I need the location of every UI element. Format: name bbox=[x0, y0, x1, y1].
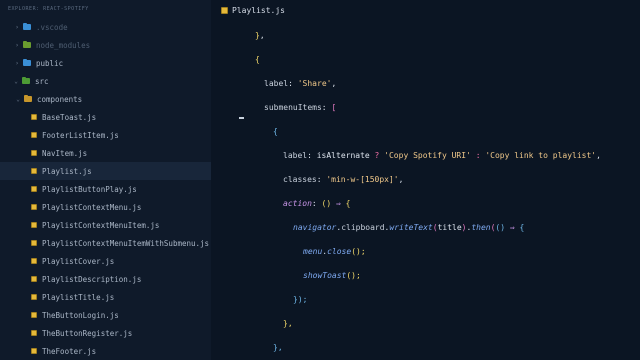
tree-item-file[interactable]: PlaylistDescription.js bbox=[0, 270, 211, 288]
chevron-down-icon: ⌄ bbox=[16, 95, 20, 103]
chevron-right-icon: › bbox=[15, 59, 19, 67]
tree-item-label: FooterListItem.js bbox=[42, 130, 119, 140]
tree-item-file[interactable]: TheFooter.js bbox=[0, 342, 211, 360]
chevron-down-icon: ⌄ bbox=[14, 77, 18, 85]
js-file-icon bbox=[221, 6, 228, 14]
code-line: }); bbox=[293, 295, 308, 304]
tree-item-label: components bbox=[37, 94, 83, 104]
folder-icon bbox=[23, 22, 31, 30]
tree-item-components[interactable]: ⌄ components bbox=[0, 90, 211, 108]
tree-item-label: PlaylistContextMenu.js bbox=[42, 202, 142, 212]
tree-item-label: PlaylistTitle.js bbox=[42, 292, 115, 302]
code-line: }, bbox=[283, 319, 293, 328]
tree-item-label: Playlist.js bbox=[42, 166, 92, 176]
tree-item-label: PlaylistCover.js bbox=[42, 256, 115, 266]
code-line: action: () ⇒ { bbox=[283, 199, 351, 208]
tree-item-label: .vscode bbox=[36, 22, 68, 32]
tree-item-file[interactable]: PlaylistContextMenuItemWithSubmenu.js bbox=[0, 234, 211, 252]
tree-item-file-selected[interactable]: Playlist.js bbox=[0, 162, 211, 180]
tree-item-file[interactable]: PlaylistContextMenuItem.js bbox=[0, 216, 211, 234]
tree-item-file[interactable]: PlaylistTitle.js bbox=[0, 288, 211, 306]
js-file-icon bbox=[31, 258, 37, 264]
js-file-icon bbox=[31, 330, 37, 336]
tree-item-label: BaseToast.js bbox=[42, 112, 97, 122]
tree-item-file[interactable]: NavItem.js bbox=[0, 144, 211, 162]
tree-item-file[interactable]: TheButtonRegister.js bbox=[0, 324, 211, 342]
tree-item-label: PlaylistContextMenuItem.js bbox=[42, 220, 160, 230]
code-editor[interactable]: Playlist.js }, { label: 'Share', submenu… bbox=[211, 0, 640, 360]
tree-item-label: NavItem.js bbox=[42, 148, 88, 158]
tree-item-label: TheFooter.js bbox=[42, 346, 97, 356]
code-line: label: isAlternate ? 'Copy Spotify URI' … bbox=[283, 151, 601, 160]
folder-open-icon bbox=[24, 94, 32, 102]
js-file-icon bbox=[31, 222, 37, 228]
js-file-icon bbox=[31, 276, 37, 282]
code-line: menu.close(); bbox=[303, 247, 366, 256]
tree-item-file[interactable]: TheButtonLogin.js bbox=[0, 306, 211, 324]
js-file-icon bbox=[31, 150, 37, 156]
code-line: navigator.clipboard.writeText(title).the… bbox=[293, 223, 525, 232]
js-file-icon bbox=[31, 204, 37, 210]
tree-item-vscode[interactable]: › .vscode bbox=[0, 18, 211, 36]
code-line: }, bbox=[273, 343, 283, 352]
chevron-right-icon: › bbox=[15, 41, 19, 49]
js-file-icon bbox=[31, 186, 37, 192]
chevron-right-icon: › bbox=[15, 23, 19, 31]
folder-icon bbox=[23, 58, 31, 66]
tree-item-label: TheButtonRegister.js bbox=[42, 328, 133, 338]
tree-item-file[interactable]: PlaylistContextMenu.js bbox=[0, 198, 211, 216]
code-line: label: 'Share', bbox=[264, 79, 337, 88]
js-file-icon bbox=[31, 168, 37, 174]
tree-item-label: PlaylistContextMenuItemWithSubmenu.js bbox=[42, 238, 210, 248]
js-file-icon bbox=[31, 132, 37, 138]
tree-item-label: node_modules bbox=[36, 40, 91, 50]
tree-item-label: PlaylistDescription.js bbox=[42, 274, 142, 284]
code-line: submenuItems: [ bbox=[264, 103, 337, 112]
code-line: showToast(); bbox=[303, 271, 361, 280]
code-line: { bbox=[255, 55, 260, 64]
js-file-icon bbox=[31, 348, 37, 354]
gutter-marker bbox=[239, 117, 244, 119]
tree-item-public[interactable]: › public bbox=[0, 54, 211, 72]
tree-item-file[interactable]: FooterListItem.js bbox=[0, 126, 211, 144]
code-line: { bbox=[273, 127, 278, 136]
explorer-sidebar: EXPLORER: REACT-SPOTIFY › .vscode › node… bbox=[0, 0, 211, 360]
tree-item-file[interactable]: BaseToast.js bbox=[0, 108, 211, 126]
js-file-icon bbox=[31, 240, 37, 246]
tree-item-file[interactable]: PlaylistCover.js bbox=[0, 252, 211, 270]
js-file-icon bbox=[31, 294, 37, 300]
code-line: }, bbox=[255, 31, 265, 40]
folder-open-icon bbox=[22, 76, 30, 84]
editor-tab-label: Playlist.js bbox=[232, 5, 285, 15]
code-line: classes: 'min-w-[150px]', bbox=[283, 175, 404, 184]
folder-icon bbox=[23, 40, 31, 48]
tree-item-label: TheButtonLogin.js bbox=[42, 310, 119, 320]
tree-item-file[interactable]: PlaylistButtonPlay.js bbox=[0, 180, 211, 198]
tree-item-label: public bbox=[36, 58, 64, 68]
js-file-icon bbox=[31, 312, 37, 318]
editor-tab[interactable]: Playlist.js bbox=[221, 4, 285, 16]
js-file-icon bbox=[31, 114, 37, 120]
tree-item-node-modules[interactable]: › node_modules bbox=[0, 36, 211, 54]
app-window: EXPLORER: REACT-SPOTIFY › .vscode › node… bbox=[0, 0, 640, 360]
tree-item-label: PlaylistButtonPlay.js bbox=[42, 184, 137, 194]
tree-item-label: src bbox=[35, 76, 49, 86]
explorer-title: EXPLORER: REACT-SPOTIFY bbox=[8, 6, 89, 12]
tree-item-src[interactable]: ⌄ src bbox=[0, 72, 211, 90]
